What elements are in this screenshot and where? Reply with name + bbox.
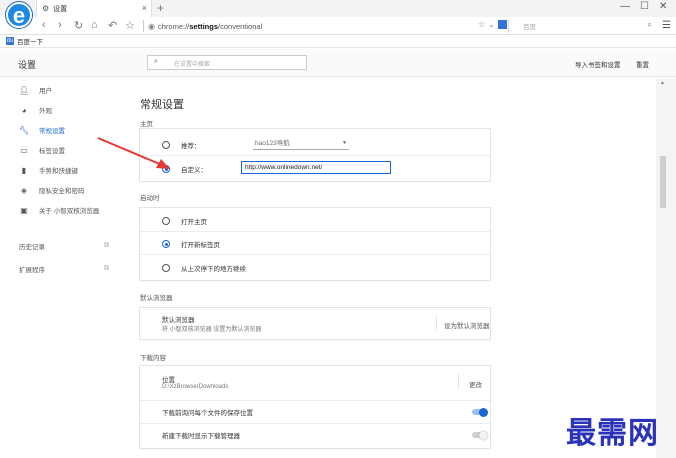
annotation-arrow-line	[97, 137, 163, 166]
annotation-arrow	[97, 137, 170, 169]
browser-logo-icon: e	[6, 2, 32, 28]
watermark: 最需网	[566, 416, 659, 451]
